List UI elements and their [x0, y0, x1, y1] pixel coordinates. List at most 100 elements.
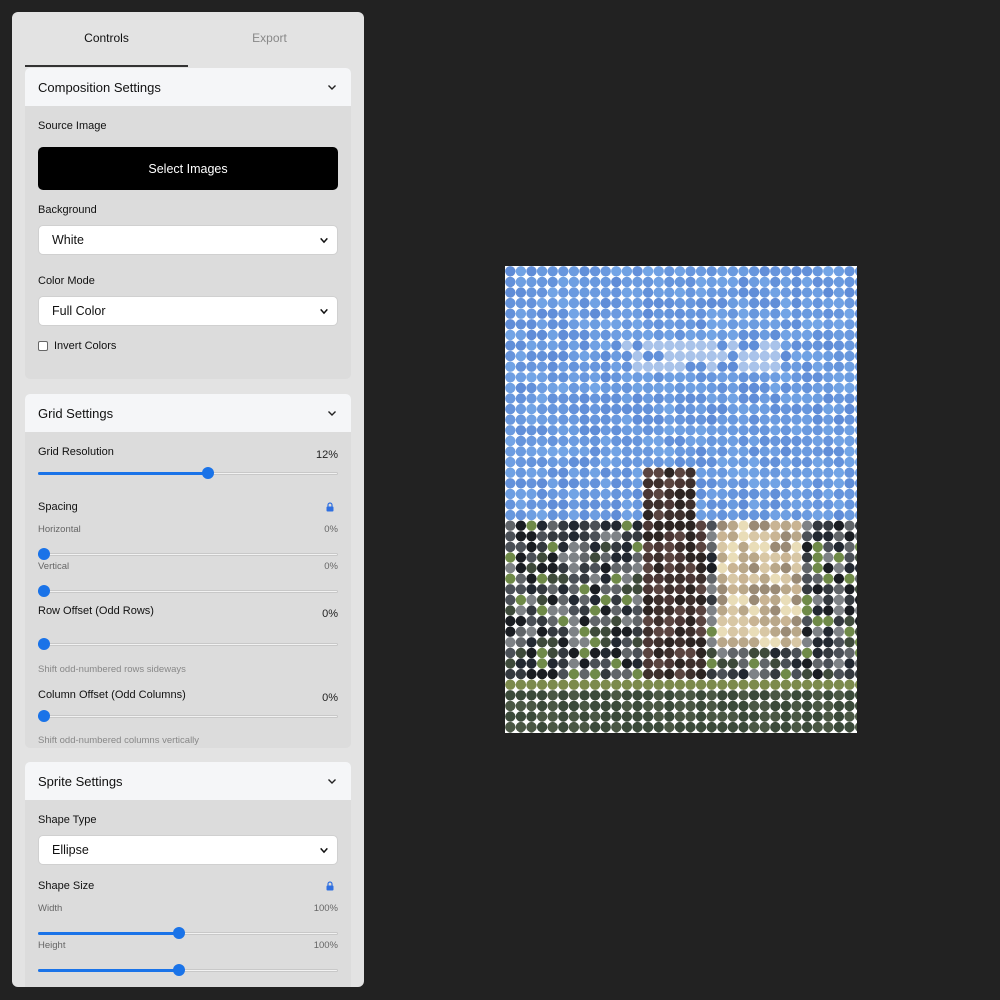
mosaic-dot: [526, 721, 537, 733]
color-mode-select[interactable]: Full Color: [38, 296, 338, 326]
mosaic-dot: [854, 691, 857, 700]
slider-thumb[interactable]: [38, 638, 50, 650]
sprite-settings-header[interactable]: Sprite Settings: [25, 762, 351, 800]
tab-export[interactable]: Export: [188, 26, 351, 67]
mosaic-dot: [558, 615, 569, 627]
mosaic-dot: [550, 732, 555, 733]
invert-colors-row[interactable]: Invert Colors: [38, 340, 116, 352]
mosaic-dot: [844, 584, 855, 595]
mosaic-dot: [759, 615, 770, 627]
shape-type-select[interactable]: Ellipse: [38, 835, 338, 865]
mosaic-dot: [600, 329, 611, 341]
mosaic-dot: [685, 319, 696, 330]
mosaic-dot: [844, 531, 855, 542]
mosaic-dot: [780, 488, 792, 500]
mosaic-dot: [653, 372, 664, 383]
mosaic-dot: [642, 488, 654, 500]
grid-settings-header[interactable]: Grid Settings: [25, 394, 351, 432]
mosaic-dot: [589, 605, 601, 616]
mosaic-dot: [589, 308, 601, 319]
mosaic-dot: [748, 499, 760, 510]
mosaic-dot: [759, 721, 770, 733]
mosaic-dot: [611, 382, 622, 394]
mosaic-dot: [801, 626, 813, 637]
mosaic-dot: [844, 276, 855, 288]
slider-thumb[interactable]: [173, 964, 186, 976]
mosaic-dot: [621, 478, 633, 489]
mosaic-dot: [706, 615, 717, 627]
column-offset-slider[interactable]: [38, 710, 338, 722]
mosaic-dot: [600, 541, 611, 553]
slider-thumb[interactable]: [38, 585, 50, 597]
mosaic-dot: [568, 679, 580, 690]
mosaic-dot: [695, 340, 707, 351]
mosaic-dot: [561, 732, 566, 733]
slider-thumb[interactable]: [173, 927, 186, 939]
mosaic-dot: [738, 287, 749, 298]
mosaic-dot: [674, 721, 686, 733]
mosaic-dot: [780, 690, 792, 701]
slider-thumb[interactable]: [202, 467, 215, 479]
background-select[interactable]: White: [38, 225, 338, 255]
mosaic-dot: [558, 329, 569, 341]
mosaic-dot: [770, 647, 781, 659]
mosaic-dot: [611, 478, 622, 489]
grid-resolution-slider[interactable]: [38, 467, 338, 479]
slider-thumb[interactable]: [38, 548, 50, 560]
mosaic-dot: [738, 509, 749, 521]
composition-settings-header[interactable]: Composition Settings: [25, 68, 351, 106]
mosaic-dot: [526, 340, 537, 351]
width-slider[interactable]: [38, 927, 338, 939]
mosaic-dot: [558, 711, 569, 722]
invert-colors-checkbox[interactable]: [38, 341, 48, 351]
mosaic-dot: [780, 647, 792, 659]
mosaic-dot: [579, 658, 590, 669]
mosaic-dot: [653, 509, 664, 521]
mosaic-dot: [748, 382, 760, 394]
mosaic-dot: [844, 403, 855, 415]
mosaic-dot: [695, 499, 707, 510]
row-offset-slider[interactable]: [38, 638, 338, 650]
mosaic-dot: [833, 319, 845, 330]
mosaic-dot: [738, 711, 749, 722]
vertical-spacing-slider[interactable]: [38, 585, 338, 597]
horizontal-spacing-slider[interactable]: [38, 548, 338, 560]
mosaic-dot: [664, 509, 675, 521]
mosaic-dot: [674, 499, 686, 510]
mosaic-dot: [854, 500, 857, 509]
mosaic-dot: [653, 711, 664, 722]
mosaic-dot: [685, 615, 696, 627]
mosaic-dot: [547, 594, 558, 606]
lock-icon[interactable]: [325, 881, 335, 891]
mosaic-dot: [547, 287, 558, 298]
slider-thumb[interactable]: [38, 710, 50, 722]
mosaic-dot: [579, 690, 590, 701]
lock-icon[interactable]: [325, 502, 335, 512]
mosaic-dot: [632, 711, 643, 722]
mosaic-dot: [844, 372, 855, 383]
mosaic-dot: [727, 372, 739, 383]
mosaic-dot: [759, 266, 770, 277]
mosaic-dot: [844, 499, 855, 510]
mosaic-dot: [812, 467, 823, 478]
mosaic-dot: [600, 382, 611, 394]
mosaic-dot: [558, 414, 569, 425]
mosaic-dot: [579, 435, 590, 447]
mosaic-dot: [536, 414, 548, 425]
tab-controls[interactable]: Controls: [25, 26, 188, 67]
mosaic-dot: [642, 509, 654, 521]
mosaic-dot: [844, 562, 855, 574]
mosaic-dot: [664, 478, 675, 489]
mosaic-dot: [791, 700, 802, 712]
mosaic-dot: [558, 393, 569, 404]
mosaic-dot: [600, 647, 611, 659]
width-label: Width: [38, 903, 63, 914]
mosaic-dot: [717, 531, 728, 542]
mosaic-dot: [664, 308, 675, 319]
mosaic-dot: [791, 425, 802, 436]
mosaic-dot: [632, 562, 643, 574]
mosaic-dot: [664, 626, 675, 637]
height-slider[interactable]: [38, 964, 338, 976]
select-images-button[interactable]: Select Images: [38, 147, 338, 190]
mosaic-dot: [579, 287, 590, 298]
